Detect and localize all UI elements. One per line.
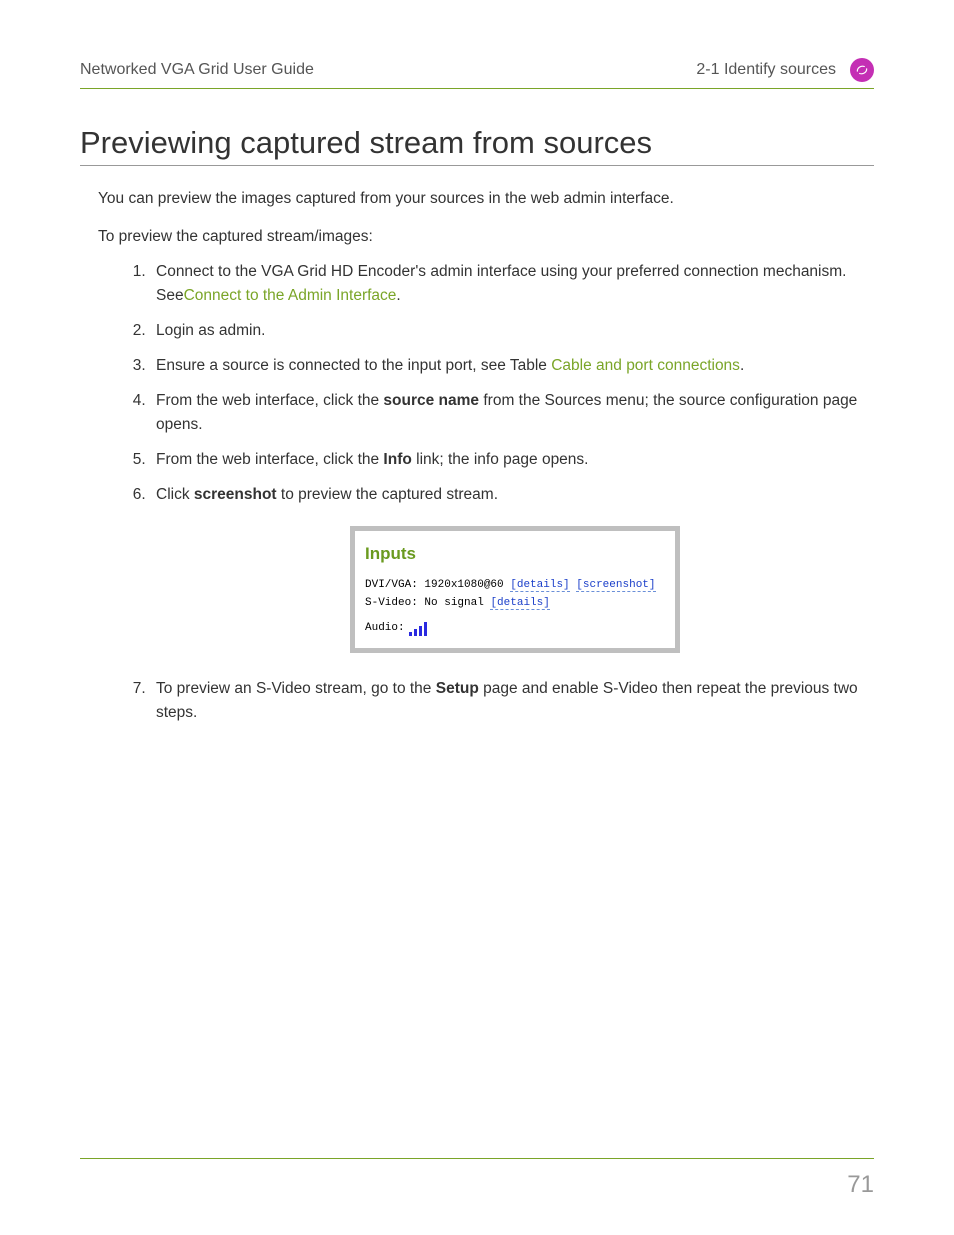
step-text: link; the info page opens. (412, 451, 589, 468)
step-4: From the web interface, click the source… (150, 389, 874, 436)
cable-port-link[interactable]: Cable and port connections (551, 357, 740, 374)
screenshot-link[interactable]: [screenshot] (576, 579, 655, 592)
page-header: Networked VGA Grid User Guide 2-1 Identi… (80, 58, 874, 89)
footer-divider (80, 1158, 874, 1159)
inputs-panel-title: Inputs (365, 541, 665, 567)
step-text: . (396, 287, 400, 304)
step-1: Connect to the VGA Grid HD Encoder's adm… (150, 260, 874, 307)
inputs-row-audio: Audio: (365, 620, 665, 637)
step-text: to preview the captured stream. (277, 486, 498, 503)
input-label: S-Video: (365, 597, 424, 609)
inputs-screenshot-figure: Inputs DVI/VGA: 1920x1080@60 [details] [… (350, 526, 680, 653)
step-text: Click (156, 486, 194, 503)
connect-admin-link[interactable]: Connect to the Admin Interface (184, 287, 397, 304)
page-number: 71 (847, 1171, 874, 1199)
header-section-label: 2-1 Identify sources (696, 61, 836, 79)
input-value: No signal (424, 597, 490, 609)
inputs-row-dvi: DVI/VGA: 1920x1080@60 [details] [screens… (365, 577, 665, 594)
details-link[interactable]: [details] (510, 579, 569, 592)
input-value: 1920x1080@60 (424, 579, 510, 591)
step-7: To preview an S-Video stream, go to the … (150, 677, 874, 724)
step-bold: Setup (436, 680, 479, 697)
step-text: From the web interface, click the (156, 392, 383, 409)
details-link[interactable]: [details] (490, 597, 549, 610)
input-label: DVI/VGA: (365, 579, 424, 591)
steps-list: Connect to the VGA Grid HD Encoder's adm… (150, 260, 874, 724)
step-text: From the web interface, click the (156, 451, 383, 468)
step-text: . (740, 357, 744, 374)
step-text: Ensure a source is connected to the inpu… (156, 357, 551, 374)
step-text: To preview an S-Video stream, go to the (156, 680, 436, 697)
step-3: Ensure a source is connected to the inpu… (150, 354, 874, 377)
header-guide-title: Networked VGA Grid User Guide (80, 61, 314, 79)
inputs-row-svideo: S-Video: No signal [details] (365, 595, 665, 612)
page-title: Previewing captured stream from sources (80, 125, 874, 166)
intro-paragraph: You can preview the images captured from… (98, 188, 874, 210)
step-bold: screenshot (194, 486, 277, 503)
step-5: From the web interface, click the Info l… (150, 448, 874, 471)
step-2: Login as admin. (150, 319, 874, 342)
brand-logo-icon (850, 58, 874, 82)
audio-label: Audio: (365, 620, 405, 637)
lead-paragraph: To preview the captured stream/images: (98, 228, 874, 246)
step-bold: source name (383, 392, 479, 409)
step-bold: Info (383, 451, 411, 468)
step-6: Click screenshot to preview the captured… (150, 483, 874, 653)
audio-level-icon (409, 620, 427, 636)
